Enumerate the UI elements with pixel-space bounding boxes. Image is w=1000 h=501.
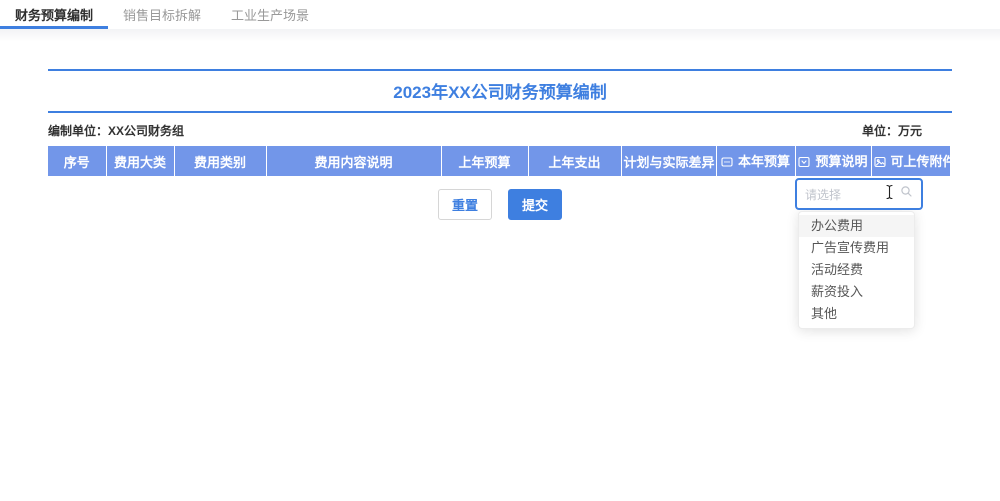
budget-table-wrapper: 序号 费用大类 费用类别 费用内容说明 上年预算 上年支出 计划与实际差异 本年预算 预算说明 可… bbox=[48, 146, 952, 176]
column-header-7: 计划与实际差异 bbox=[621, 146, 716, 176]
budget-note-select[interactable]: 请选择 bbox=[795, 178, 923, 210]
column-label: 可上传附件 bbox=[891, 154, 951, 169]
column-header-1: 序号 bbox=[48, 146, 106, 176]
tab-1[interactable]: 财务预算编制 bbox=[0, 0, 108, 29]
column-header-4: 费用内容说明 bbox=[266, 146, 441, 176]
select-icon bbox=[798, 156, 810, 171]
tabbar-shadow bbox=[0, 29, 1000, 42]
select-option-3[interactable]: 活动经费 bbox=[799, 259, 914, 281]
column-label: 上年支出 bbox=[548, 155, 600, 170]
select-option-1[interactable]: 办公费用 bbox=[799, 215, 914, 237]
select-placeholder: 请选择 bbox=[805, 186, 885, 203]
tab-3[interactable]: 工业生产场景 bbox=[216, 0, 324, 29]
column-label: 序号 bbox=[64, 155, 90, 170]
select-dropdown-panel: 办公费用广告宣传费用活动经费薪资投入其他 bbox=[798, 211, 915, 329]
budget-table: 序号 费用大类 费用类别 费用内容说明 上年预算 上年支出 计划与实际差异 本年预算 预算说明 可… bbox=[48, 146, 950, 176]
number-input-icon bbox=[721, 156, 733, 171]
submit-button[interactable]: 提交 bbox=[508, 189, 562, 220]
table-header-row: 序号 费用大类 费用类别 费用内容说明 上年预算 上年支出 计划与实际差异 本年预算 预算说明 可… bbox=[48, 146, 950, 176]
column-label: 费用内容说明 bbox=[314, 155, 392, 170]
select-option-4[interactable]: 薪资投入 bbox=[799, 281, 914, 303]
search-icon bbox=[900, 185, 913, 203]
column-label: 上年预算 bbox=[458, 155, 510, 170]
column-header-5: 上年预算 bbox=[441, 146, 528, 176]
column-label: 本年预算 bbox=[738, 154, 790, 169]
column-label: 费用类别 bbox=[194, 155, 246, 170]
column-header-2: 费用大类 bbox=[106, 146, 174, 176]
unit-label: 单位：万元 bbox=[862, 122, 952, 139]
reset-button[interactable]: 重置 bbox=[438, 189, 492, 220]
select-option-2[interactable]: 广告宣传费用 bbox=[799, 237, 914, 259]
select-option-5[interactable]: 其他 bbox=[799, 303, 914, 325]
column-header-9: 预算说明 bbox=[795, 146, 871, 176]
tab-2[interactable]: 销售目标拆解 bbox=[108, 0, 216, 29]
ibeam-cursor bbox=[885, 184, 894, 205]
column-header-6: 上年支出 bbox=[528, 146, 621, 176]
meta-row: 编制单位：XX公司财务组 单位：万元 bbox=[48, 122, 952, 139]
page-title: 2023年XX公司财务预算编制 bbox=[48, 78, 952, 103]
page-content: 2023年XX公司财务预算编制 编制单位：XX公司财务组 单位：万元 序号 费用大… bbox=[0, 69, 1000, 220]
column-header-8: 本年预算 bbox=[716, 146, 795, 176]
column-label: 计划与实际差异 bbox=[624, 155, 715, 170]
column-header-10: 可上传附件 bbox=[871, 146, 950, 176]
column-label: 预算说明 bbox=[815, 154, 867, 169]
title-box: 2023年XX公司财务预算编制 bbox=[48, 69, 952, 113]
prepared-by-label: 编制单位：XX公司财务组 bbox=[48, 122, 184, 139]
tab-bar: 财务预算编制销售目标拆解工业生产场景 bbox=[0, 0, 1000, 29]
image-icon bbox=[874, 156, 886, 171]
column-label: 费用大类 bbox=[114, 155, 166, 170]
column-header-3: 费用类别 bbox=[174, 146, 266, 176]
